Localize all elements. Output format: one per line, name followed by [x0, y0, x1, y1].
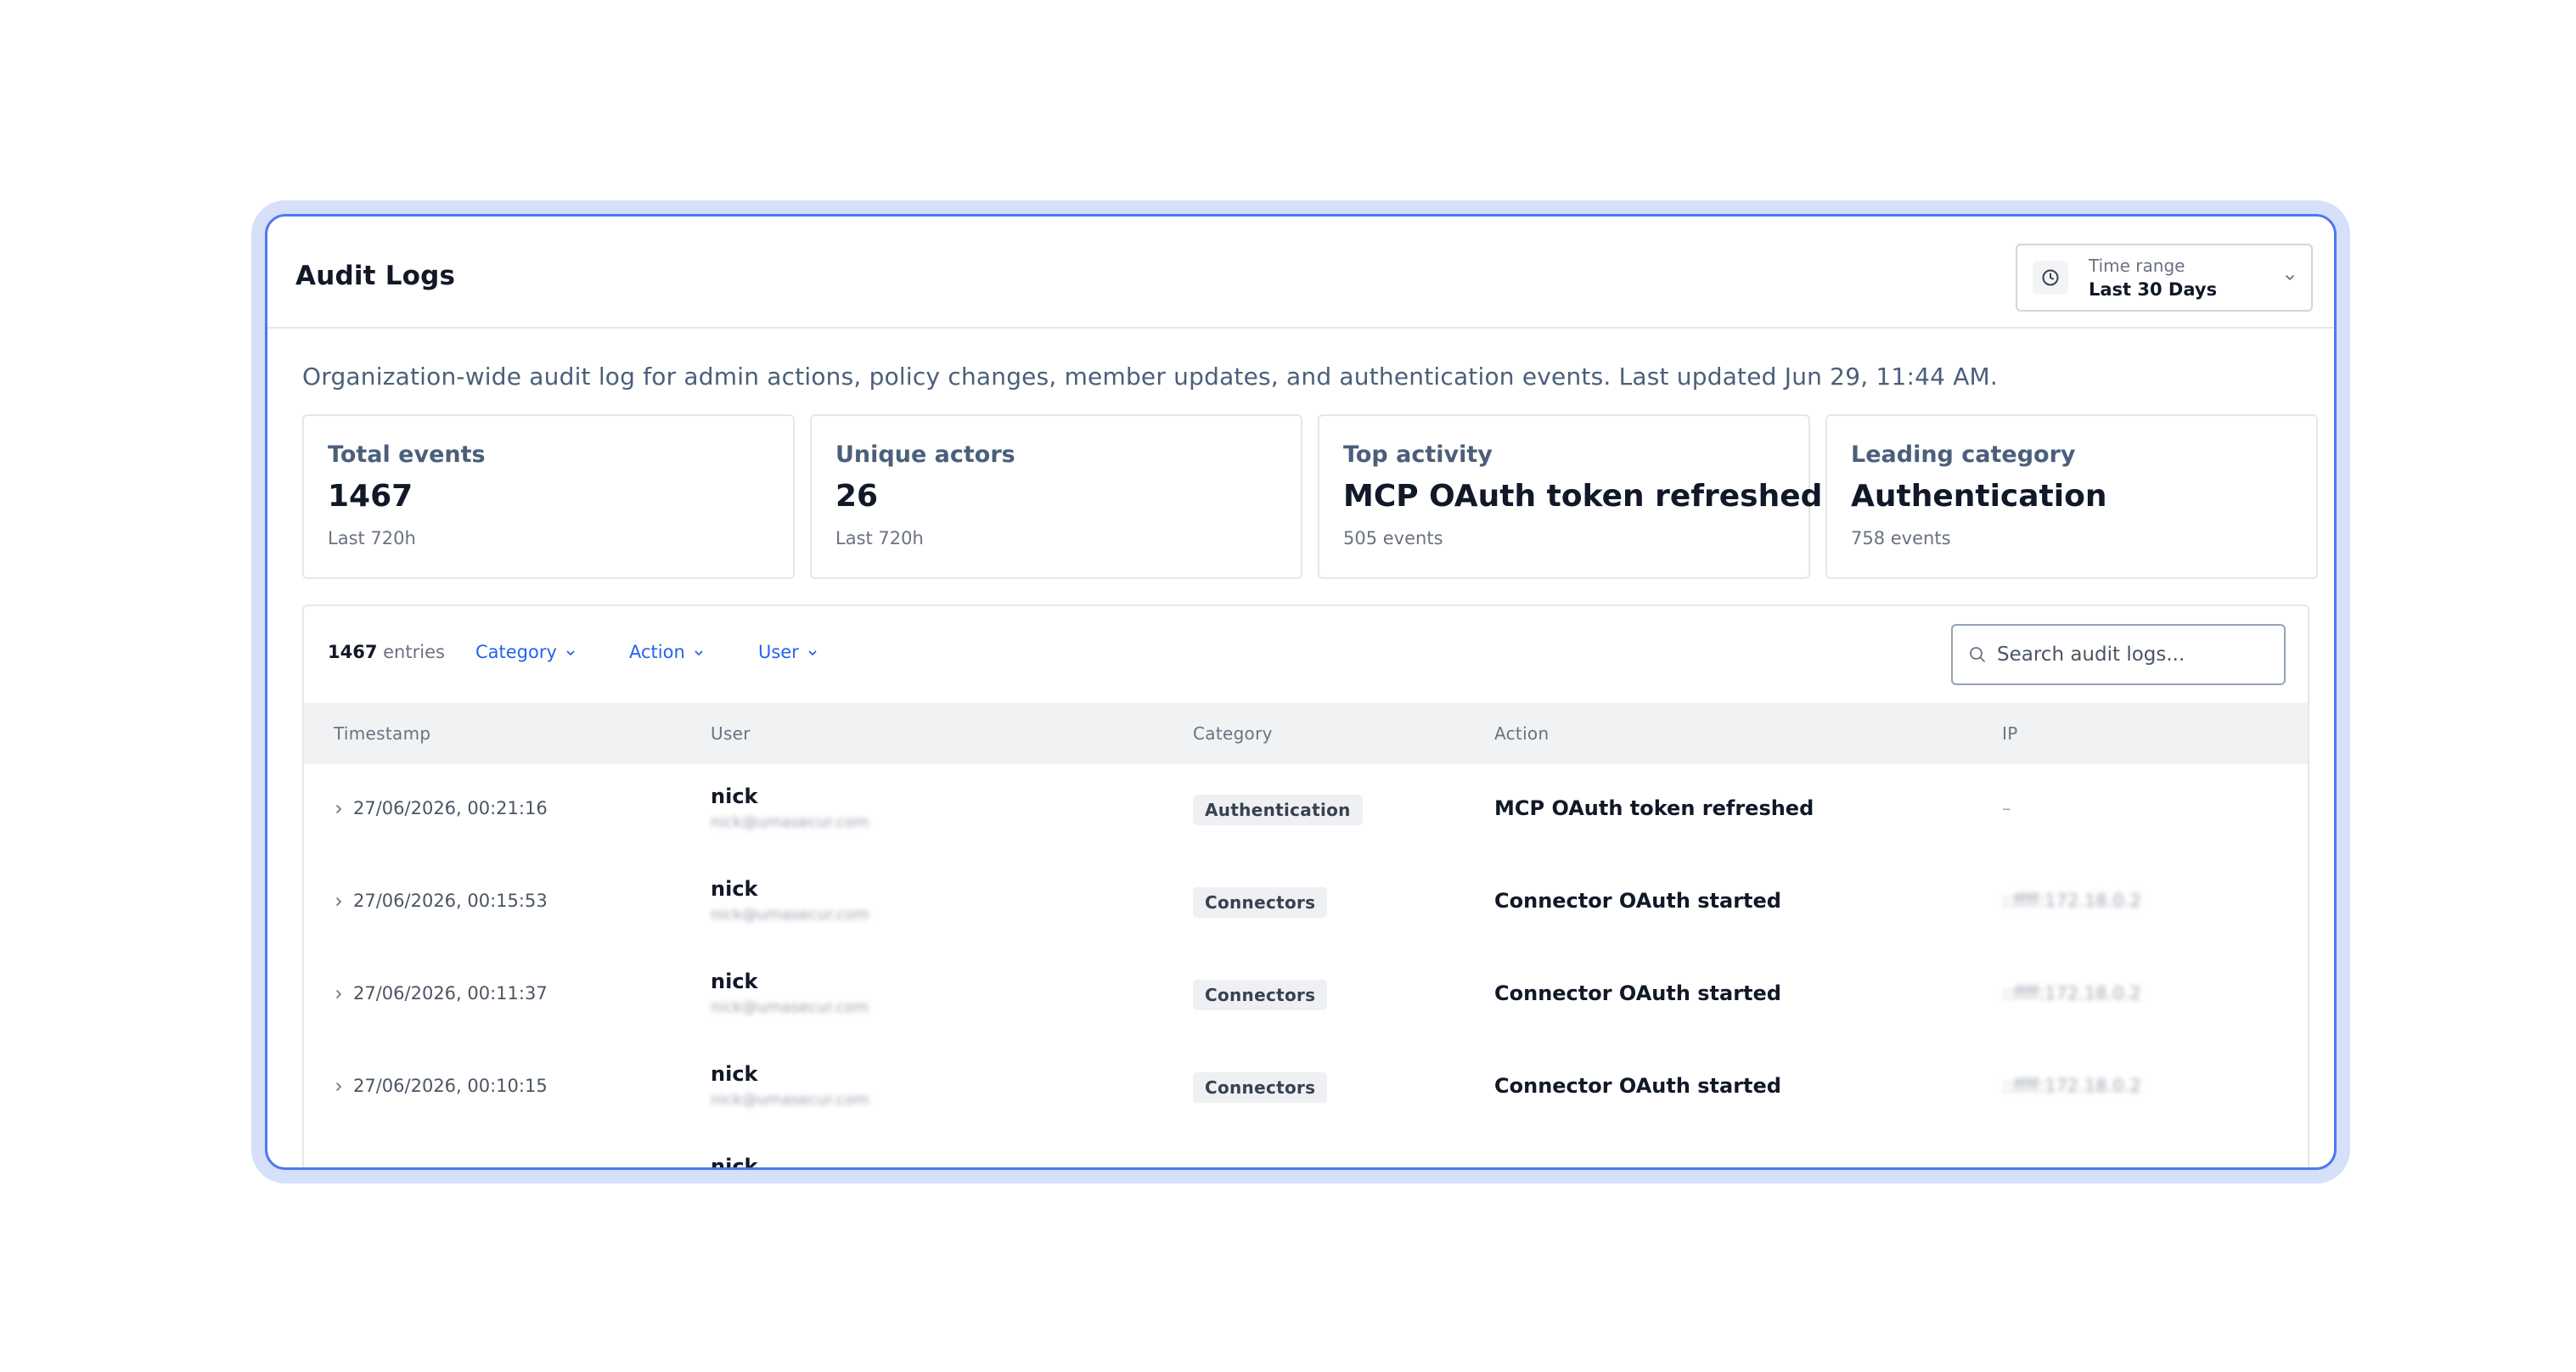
category-filter[interactable]: Category [475, 642, 576, 662]
audit-log-table: 1467 entries Category Action User Search… [302, 604, 2309, 1170]
column-header-category[interactable]: Category [1193, 723, 1273, 744]
table-header: Timestamp User Category Action IP [304, 703, 2308, 764]
category-badge: Connectors [1193, 887, 1328, 918]
column-header-ip[interactable]: IP [2002, 723, 2018, 744]
user-email: nick@umasecur.com [711, 998, 869, 1016]
stat-subtext: 758 events [1851, 528, 1951, 548]
stat-label: Top activity [1343, 441, 1493, 468]
chevron-right-icon[interactable] [335, 983, 343, 1004]
column-header-action[interactable]: Action [1494, 723, 1549, 744]
table-row[interactable]: 27/06/2026, 00:15:53 nick nick@umasecur.… [304, 857, 2308, 949]
table-row[interactable]: 27/06/2026, 00:11:37 nick nick@umasecur.… [304, 949, 2308, 1042]
ip-address: ::ffff:172.18.0.2 [2002, 1076, 2141, 1096]
action-text: Connector OAuth started [1494, 981, 1781, 1005]
user-filter-label: User [758, 642, 799, 662]
stat-card-unique-actors: Unique actors 26 Last 720h [810, 414, 1302, 579]
ip-address: ::ffff:172.18.0.2 [2002, 983, 2141, 1004]
time-range-select[interactable]: Time range Last 30 Days [2016, 244, 2313, 312]
chevron-down-icon [694, 642, 704, 662]
audit-logs-panel: Audit Logs Time range Last 30 Days Organ… [265, 214, 2337, 1170]
stat-value: Authentication [1851, 479, 2107, 514]
table-toolbar: 1467 entries Category Action User [304, 606, 2308, 703]
row-timestamp: 27/06/2026, 00:11:37 [335, 983, 548, 1004]
timestamp-text: 27/06/2026, 00:10:15 [353, 1076, 548, 1096]
stat-card-top-activity: Top activity MCP OAuth token refreshed 5… [1318, 414, 1822, 579]
search-box [1951, 624, 2286, 685]
user-email: nick@umasecur.com [711, 813, 869, 831]
action-text: Connector OAuth started [1494, 1074, 1781, 1098]
user-name: nick [711, 970, 758, 993]
user-name: nick [711, 1155, 758, 1170]
chevron-down-icon [2284, 271, 2296, 287]
stat-value: 26 [835, 479, 879, 514]
entries-count: 1467 entries [328, 642, 445, 662]
row-timestamp: 27/06/2026, 00:15:53 [335, 891, 548, 911]
column-header-user[interactable]: User [711, 723, 751, 744]
time-range-label: Time range [2089, 256, 2185, 276]
search-input[interactable] [1997, 644, 2269, 666]
ip-address: ::ffff:172.18.0.2 [2002, 891, 2141, 911]
stat-value: 1467 [328, 479, 413, 514]
page-title: Audit Logs [295, 261, 456, 291]
stat-value: MCP OAuth token refreshed [1343, 479, 1823, 514]
stat-label: Unique actors [835, 441, 1015, 468]
column-header-timestamp[interactable]: Timestamp [334, 723, 430, 744]
stat-subtext: Last 720h [835, 528, 924, 548]
stat-label: Total events [328, 441, 486, 468]
category-filter-label: Category [475, 642, 557, 662]
action-text: Connector OAuth started [1494, 889, 1781, 913]
row-timestamp: 27/06/2026, 00:21:16 [335, 798, 548, 818]
stat-card-leading-category: Leading category Authentication 758 even… [1825, 414, 2318, 579]
user-email: nick@umasecur.com [711, 1091, 869, 1109]
category-badge: Authentication [1193, 795, 1363, 825]
chevron-down-icon [565, 642, 576, 662]
time-range-value: Last 30 Days [2089, 279, 2218, 300]
stat-card-total-events: Total events 1467 Last 720h [302, 414, 795, 579]
search-icon [1968, 645, 1987, 664]
entries-label: entries [383, 642, 445, 662]
page-description: Organization-wide audit log for admin ac… [302, 363, 1999, 391]
user-name: nick [711, 877, 758, 901]
chevron-right-icon[interactable] [335, 798, 343, 818]
row-timestamp: 27/06/2026, 00:10:15 [335, 1076, 548, 1096]
table-row[interactable]: 27/06/2026, 00:10:15 nick nick@umasecur.… [304, 1042, 2308, 1134]
user-filter[interactable]: User [758, 642, 818, 662]
clock-icon [2033, 261, 2068, 295]
ip-address: – [2002, 798, 2011, 818]
category-badge: Connectors [1193, 1072, 1328, 1103]
user-name: nick [711, 1062, 758, 1086]
stat-subtext: 505 events [1343, 528, 1443, 548]
action-filter[interactable]: Action [629, 642, 704, 662]
user-name: nick [711, 784, 758, 808]
chevron-right-icon[interactable] [335, 1076, 343, 1096]
panel-header: Audit Logs Time range Last 30 Days [267, 216, 2334, 329]
action-text: MCP OAuth token refreshed [1494, 796, 1814, 820]
chevron-right-icon[interactable] [335, 891, 343, 911]
stat-label: Leading category [1851, 441, 2076, 468]
timestamp-text: 27/06/2026, 00:21:16 [353, 798, 548, 818]
entries-number: 1467 [328, 642, 378, 662]
table-row[interactable]: 27/06/2026, 00:21:16 nick nick@umasecur.… [304, 764, 2308, 857]
timestamp-text: 27/06/2026, 00:11:37 [353, 983, 548, 1004]
chevron-down-icon [807, 642, 818, 662]
table-row[interactable]: nick [304, 1134, 2308, 1170]
timestamp-text: 27/06/2026, 00:15:53 [353, 891, 548, 911]
stat-subtext: Last 720h [328, 528, 416, 548]
action-filter-label: Action [629, 642, 685, 662]
category-badge: Connectors [1193, 980, 1328, 1010]
user-email: nick@umasecur.com [711, 906, 869, 924]
